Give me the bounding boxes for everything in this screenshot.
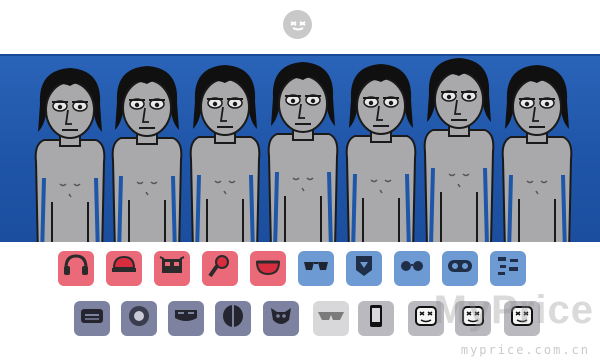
- badge-sound-button[interactable]: [346, 251, 382, 286]
- winged-helmet-icon: [265, 300, 297, 337]
- character-6[interactable]: [419, 56, 499, 242]
- phone-sound-button[interactable]: [358, 301, 394, 336]
- sunglasses-sound-button[interactable]: [298, 251, 334, 286]
- goggles-icon: [170, 300, 202, 337]
- shades-sound-button[interactable]: [313, 301, 349, 336]
- marshmello-sound-button[interactable]: [504, 301, 540, 336]
- cap-icon: [108, 250, 140, 287]
- watermark-url: myprice.com.cn: [460, 343, 590, 357]
- marshmello-icon: [410, 300, 442, 337]
- phone-icon: [360, 300, 392, 337]
- split-helmet-icon: [217, 300, 249, 337]
- sunglasses-icon: [300, 250, 332, 287]
- bowl-sound-button[interactable]: [250, 251, 286, 286]
- headphones-sound-button[interactable]: [58, 251, 94, 286]
- marshmello-icon: [506, 300, 538, 337]
- split-helmet-sound-button[interactable]: [215, 301, 251, 336]
- microphone-sound-button[interactable]: [202, 251, 238, 286]
- robot-face-sound-button[interactable]: [154, 251, 190, 286]
- visor-icon: [123, 300, 155, 337]
- marshmello-sound-button[interactable]: [408, 301, 444, 336]
- character-5[interactable]: [341, 62, 421, 242]
- character-7[interactable]: [497, 63, 577, 242]
- headphones-icon: [60, 250, 92, 287]
- mask-icon: [444, 250, 476, 287]
- character-stage: [0, 54, 600, 242]
- robot-face-icon: [156, 250, 188, 287]
- marshmello-sound-button[interactable]: [455, 301, 491, 336]
- glasses-sound-button[interactable]: [394, 251, 430, 286]
- marshmello-icon: [457, 300, 489, 337]
- bowl-icon: [252, 250, 284, 287]
- cap-sound-button[interactable]: [106, 251, 142, 286]
- glasses-icon: [396, 250, 428, 287]
- goggles-sound-button[interactable]: [168, 301, 204, 336]
- visor-sound-button[interactable]: [121, 301, 157, 336]
- mask-sound-button[interactable]: [442, 251, 478, 286]
- robot-jaw-sound-button[interactable]: [74, 301, 110, 336]
- shades-icon: [315, 300, 347, 337]
- character-2[interactable]: [107, 64, 187, 242]
- sound-palette-row-1: [0, 251, 600, 291]
- winged-helmet-sound-button[interactable]: [263, 301, 299, 336]
- pattern-sound-button[interactable]: [490, 251, 526, 286]
- microphone-icon: [204, 250, 236, 287]
- character-1[interactable]: [30, 66, 110, 242]
- marshmello-logo-icon[interactable]: [283, 10, 312, 39]
- sound-palette-row-2: [0, 301, 600, 341]
- badge-icon: [348, 250, 380, 287]
- pattern-icon: [492, 250, 524, 287]
- character-3[interactable]: [185, 63, 265, 242]
- robot-jaw-icon: [76, 300, 108, 337]
- character-4[interactable]: [263, 60, 343, 242]
